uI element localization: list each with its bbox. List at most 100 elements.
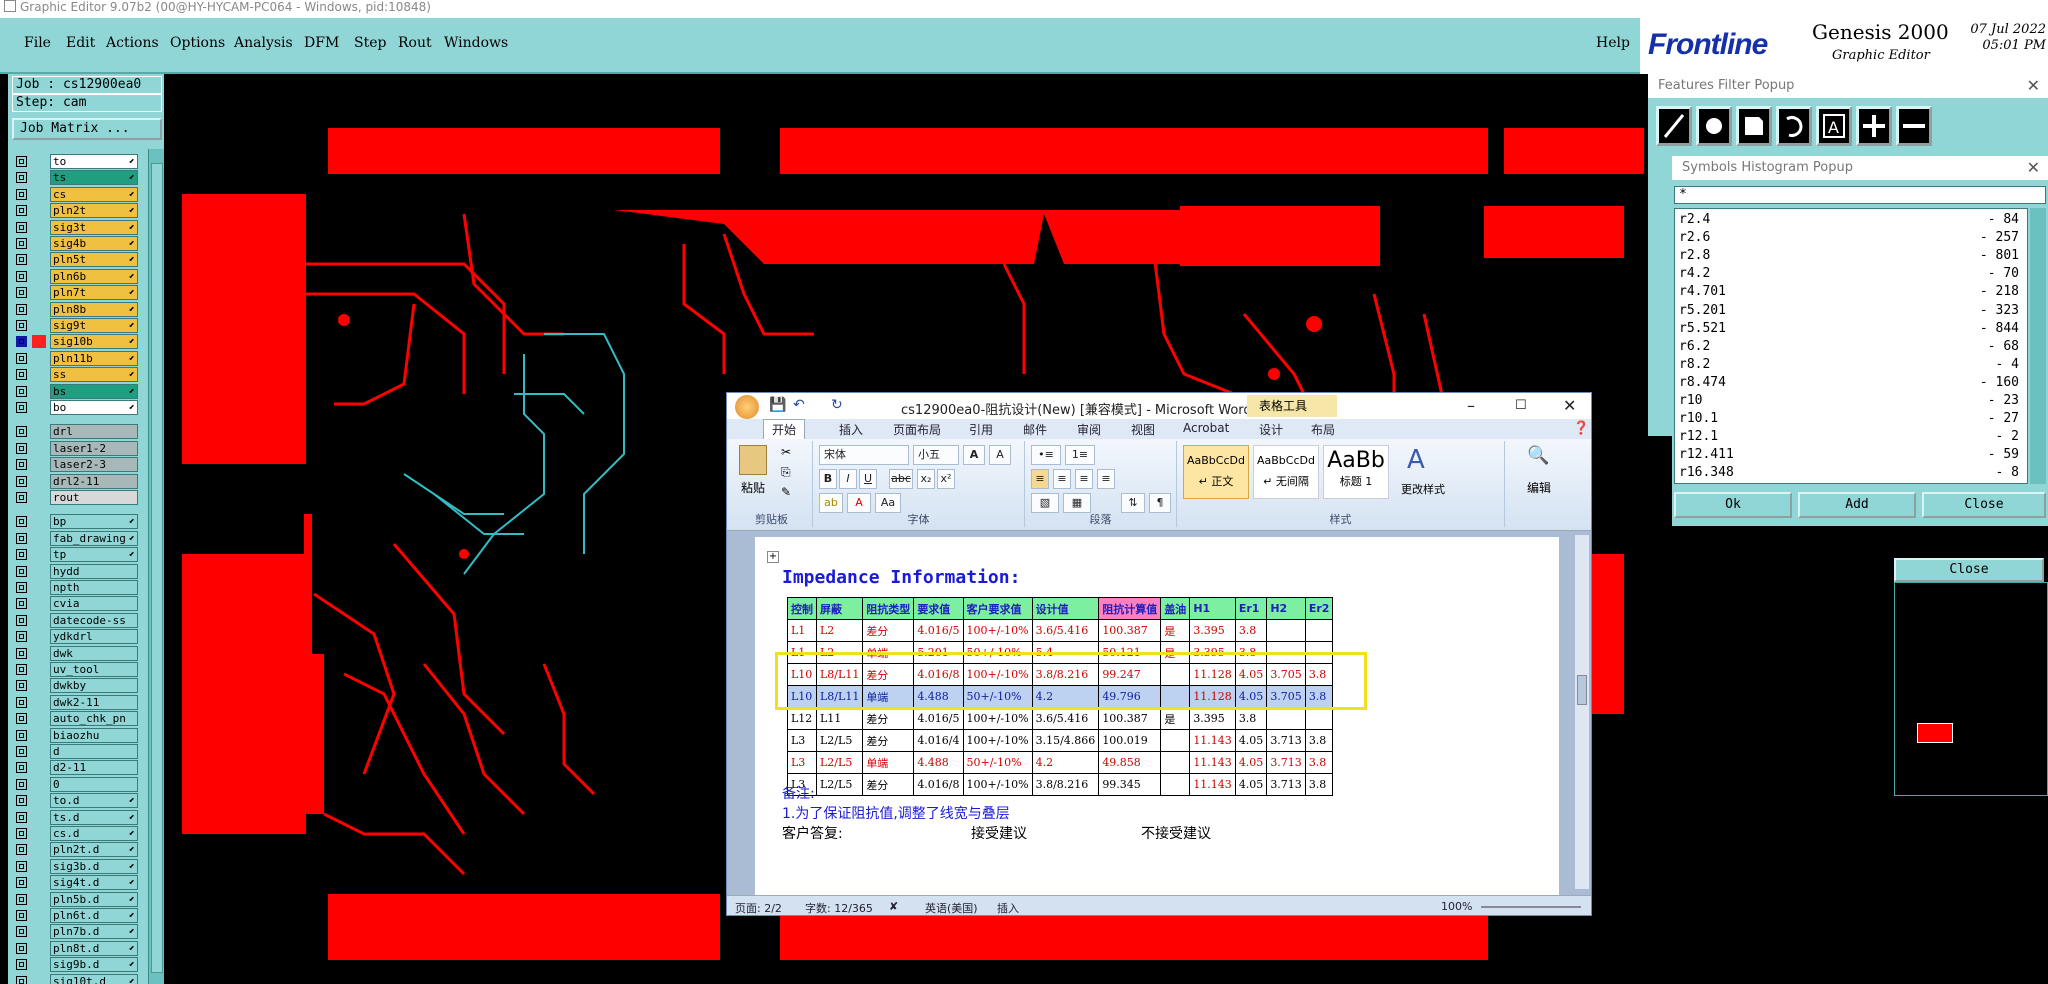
table-cell[interactable]: L3 <box>787 751 817 774</box>
layer-checkbox[interactable] <box>16 647 27 659</box>
tab-insert[interactable]: 插入 <box>839 421 863 438</box>
shading-icon[interactable]: ▧ <box>1031 493 1059 513</box>
layer-checkbox[interactable] <box>16 614 27 626</box>
font-size-select[interactable]: 小五 <box>913 445 959 465</box>
layer-row-laser1-2[interactable]: laser1-2 <box>12 440 140 456</box>
layer-scrollbar-thumb[interactable] <box>151 163 163 973</box>
table-cell[interactable] <box>1304 707 1334 730</box>
justify-icon[interactable]: ≡ <box>1097 469 1115 489</box>
line-feature-button[interactable] <box>1656 106 1692 146</box>
redo-icon[interactable]: ↻ <box>831 397 843 413</box>
tab-references[interactable]: 引用 <box>969 421 993 438</box>
layer-row-sig10b[interactable]: sig10b ⬋ <box>12 334 140 350</box>
bullets-icon[interactable]: •≡ <box>1031 445 1061 465</box>
layer-row-ts.d[interactable]: ts.d ⬋ <box>12 809 140 825</box>
subscript-icon[interactable]: x₂ <box>917 469 935 489</box>
layer-row-dwkby[interactable]: dwkby <box>12 678 140 694</box>
layer-row-pln11b[interactable]: pln11b ⬋ <box>12 350 140 366</box>
layer-checkbox[interactable] <box>16 385 27 397</box>
layer-row-to[interactable]: to ⬋ <box>12 154 140 169</box>
table-cell[interactable]: L3 <box>787 729 817 752</box>
tab-design[interactable]: 设计 <box>1259 421 1283 438</box>
table-cell[interactable]: 11.143 <box>1189 729 1236 752</box>
table-cell[interactable] <box>1266 619 1306 642</box>
layer-name[interactable]: ts.d ⬋ <box>50 809 138 825</box>
layer-name[interactable]: pln2t ⬋ <box>50 203 138 219</box>
table-cell[interactable]: 100.387 <box>1098 707 1162 730</box>
symbol-row[interactable]: r8.474 - 160 <box>1679 374 2019 392</box>
symbol-row[interactable]: r4.2 - 70 <box>1679 265 2019 283</box>
layer-row-bp[interactable]: bp ⬋ <box>12 514 140 530</box>
layer-name[interactable]: pln8t.d ⬋ <box>50 940 138 956</box>
layer-name[interactable]: pln7b.d ⬋ <box>50 924 138 940</box>
layer-name[interactable]: cvia <box>50 596 138 612</box>
layer-checkbox[interactable] <box>16 270 27 282</box>
layer-name[interactable]: pln5t ⬋ <box>50 252 138 268</box>
layer-name[interactable]: 0 <box>50 776 138 792</box>
superscript-icon[interactable]: x² <box>937 469 955 489</box>
change-case-icon[interactable]: Aa <box>875 493 901 513</box>
symbol-list-scrollbar[interactable] <box>2030 208 2046 484</box>
layer-checkbox[interactable] <box>16 205 27 217</box>
layer-checkbox[interactable] <box>16 598 27 610</box>
layer-name[interactable]: pln6t.d ⬋ <box>50 908 138 923</box>
layer-checkbox[interactable] <box>16 664 27 675</box>
table-move-handle-icon[interactable]: + <box>767 551 779 563</box>
layer-checkbox[interactable] <box>16 459 27 471</box>
accept-option[interactable]: 接受建议 <box>971 823 1027 843</box>
underline-icon[interactable]: U <box>859 469 877 489</box>
table-cell[interactable]: 3.713 <box>1266 729 1306 752</box>
table-cell[interactable]: 3.8 <box>1234 619 1268 642</box>
layer-checkbox[interactable] <box>16 221 27 233</box>
table-cell[interactable]: 50+/-10% <box>962 751 1033 774</box>
symbol-list[interactable]: r2.4- 84 r2.6- 257 r2.8- 801 r4.2- 70 r4.701… <box>1674 208 2028 484</box>
table-cell[interactable]: L2/L5 <box>815 773 864 796</box>
table-cell[interactable]: 4.016/5 <box>913 707 964 730</box>
layer-checkbox[interactable] <box>16 156 27 167</box>
table-cell[interactable]: 3.395 <box>1189 619 1236 642</box>
layer-row-sig9t[interactable]: sig9t ⬋ <box>12 318 140 333</box>
status-words[interactable]: 字数: 12/365 <box>805 900 873 915</box>
layer-name[interactable]: bp ⬋ <box>50 514 138 530</box>
histogram-close-icon[interactable]: ✕ <box>2027 158 2040 177</box>
layer-name[interactable]: biaozhu <box>50 727 138 743</box>
table-cell[interactable]: 差分 <box>862 729 915 752</box>
table-row[interactable]: L1 L2 差分 4.016/5 100+/-10% 3.6/5.416 100.387 是 3… <box>787 619 1334 642</box>
layer-row-cs[interactable]: cs ⬋ <box>12 186 140 202</box>
paste-icon[interactable] <box>739 445 767 475</box>
status-mode[interactable]: 插入 <box>997 900 1019 915</box>
strikethrough-icon[interactable]: abc <box>889 469 913 489</box>
layer-row-0[interactable]: 0 <box>12 776 140 792</box>
layer-name[interactable]: dwk <box>50 645 138 661</box>
layer-name[interactable]: cs.d ⬋ <box>50 826 138 841</box>
layer-checkbox[interactable] <box>16 492 27 503</box>
layer-name[interactable]: npth <box>50 580 138 595</box>
table-cell[interactable] <box>1266 707 1306 730</box>
symbol-row[interactable]: r12.1 - 2 <box>1679 428 2019 446</box>
reject-option[interactable]: 不接受建议 <box>1141 823 1211 843</box>
layer-name[interactable]: pln2t.d ⬋ <box>50 842 138 858</box>
save-icon[interactable]: 💾 <box>769 397 786 413</box>
table-cell[interactable]: 3.713 <box>1266 751 1306 774</box>
layer-row-pln6b[interactable]: pln6b ⬋ <box>12 268 140 284</box>
layer-name[interactable]: tp ⬋ <box>50 547 138 563</box>
menu-step[interactable]: Step <box>354 35 386 51</box>
table-cell[interactable]: 3.8 <box>1304 773 1334 796</box>
close-button[interactable]: Close <box>1894 558 2044 582</box>
layer-checkbox[interactable] <box>16 320 27 331</box>
align-left-icon[interactable]: ≡ <box>1031 469 1049 489</box>
layer-checkbox[interactable] <box>16 352 27 364</box>
layer-checkbox[interactable] <box>16 942 27 954</box>
undo-icon[interactable]: ↶ <box>793 397 805 413</box>
layer-row-d2-11[interactable]: d2-11 <box>12 760 140 776</box>
status-page[interactable]: 页面: 2/2 <box>735 900 782 915</box>
close-icon[interactable]: ✕ <box>1563 396 1576 415</box>
layer-name[interactable]: dwk2-11 <box>50 694 138 710</box>
table-cell[interactable]: 差分 <box>862 773 915 796</box>
layer-name[interactable]: drl <box>50 424 138 440</box>
layer-checkbox[interactable] <box>16 287 27 299</box>
highlight-icon[interactable]: ab <box>819 493 843 513</box>
symbol-filter-input[interactable]: * <box>1674 186 2046 204</box>
table-cell[interactable]: 3.6/5.416 <box>1031 707 1100 730</box>
layer-checkbox[interactable] <box>16 778 27 790</box>
